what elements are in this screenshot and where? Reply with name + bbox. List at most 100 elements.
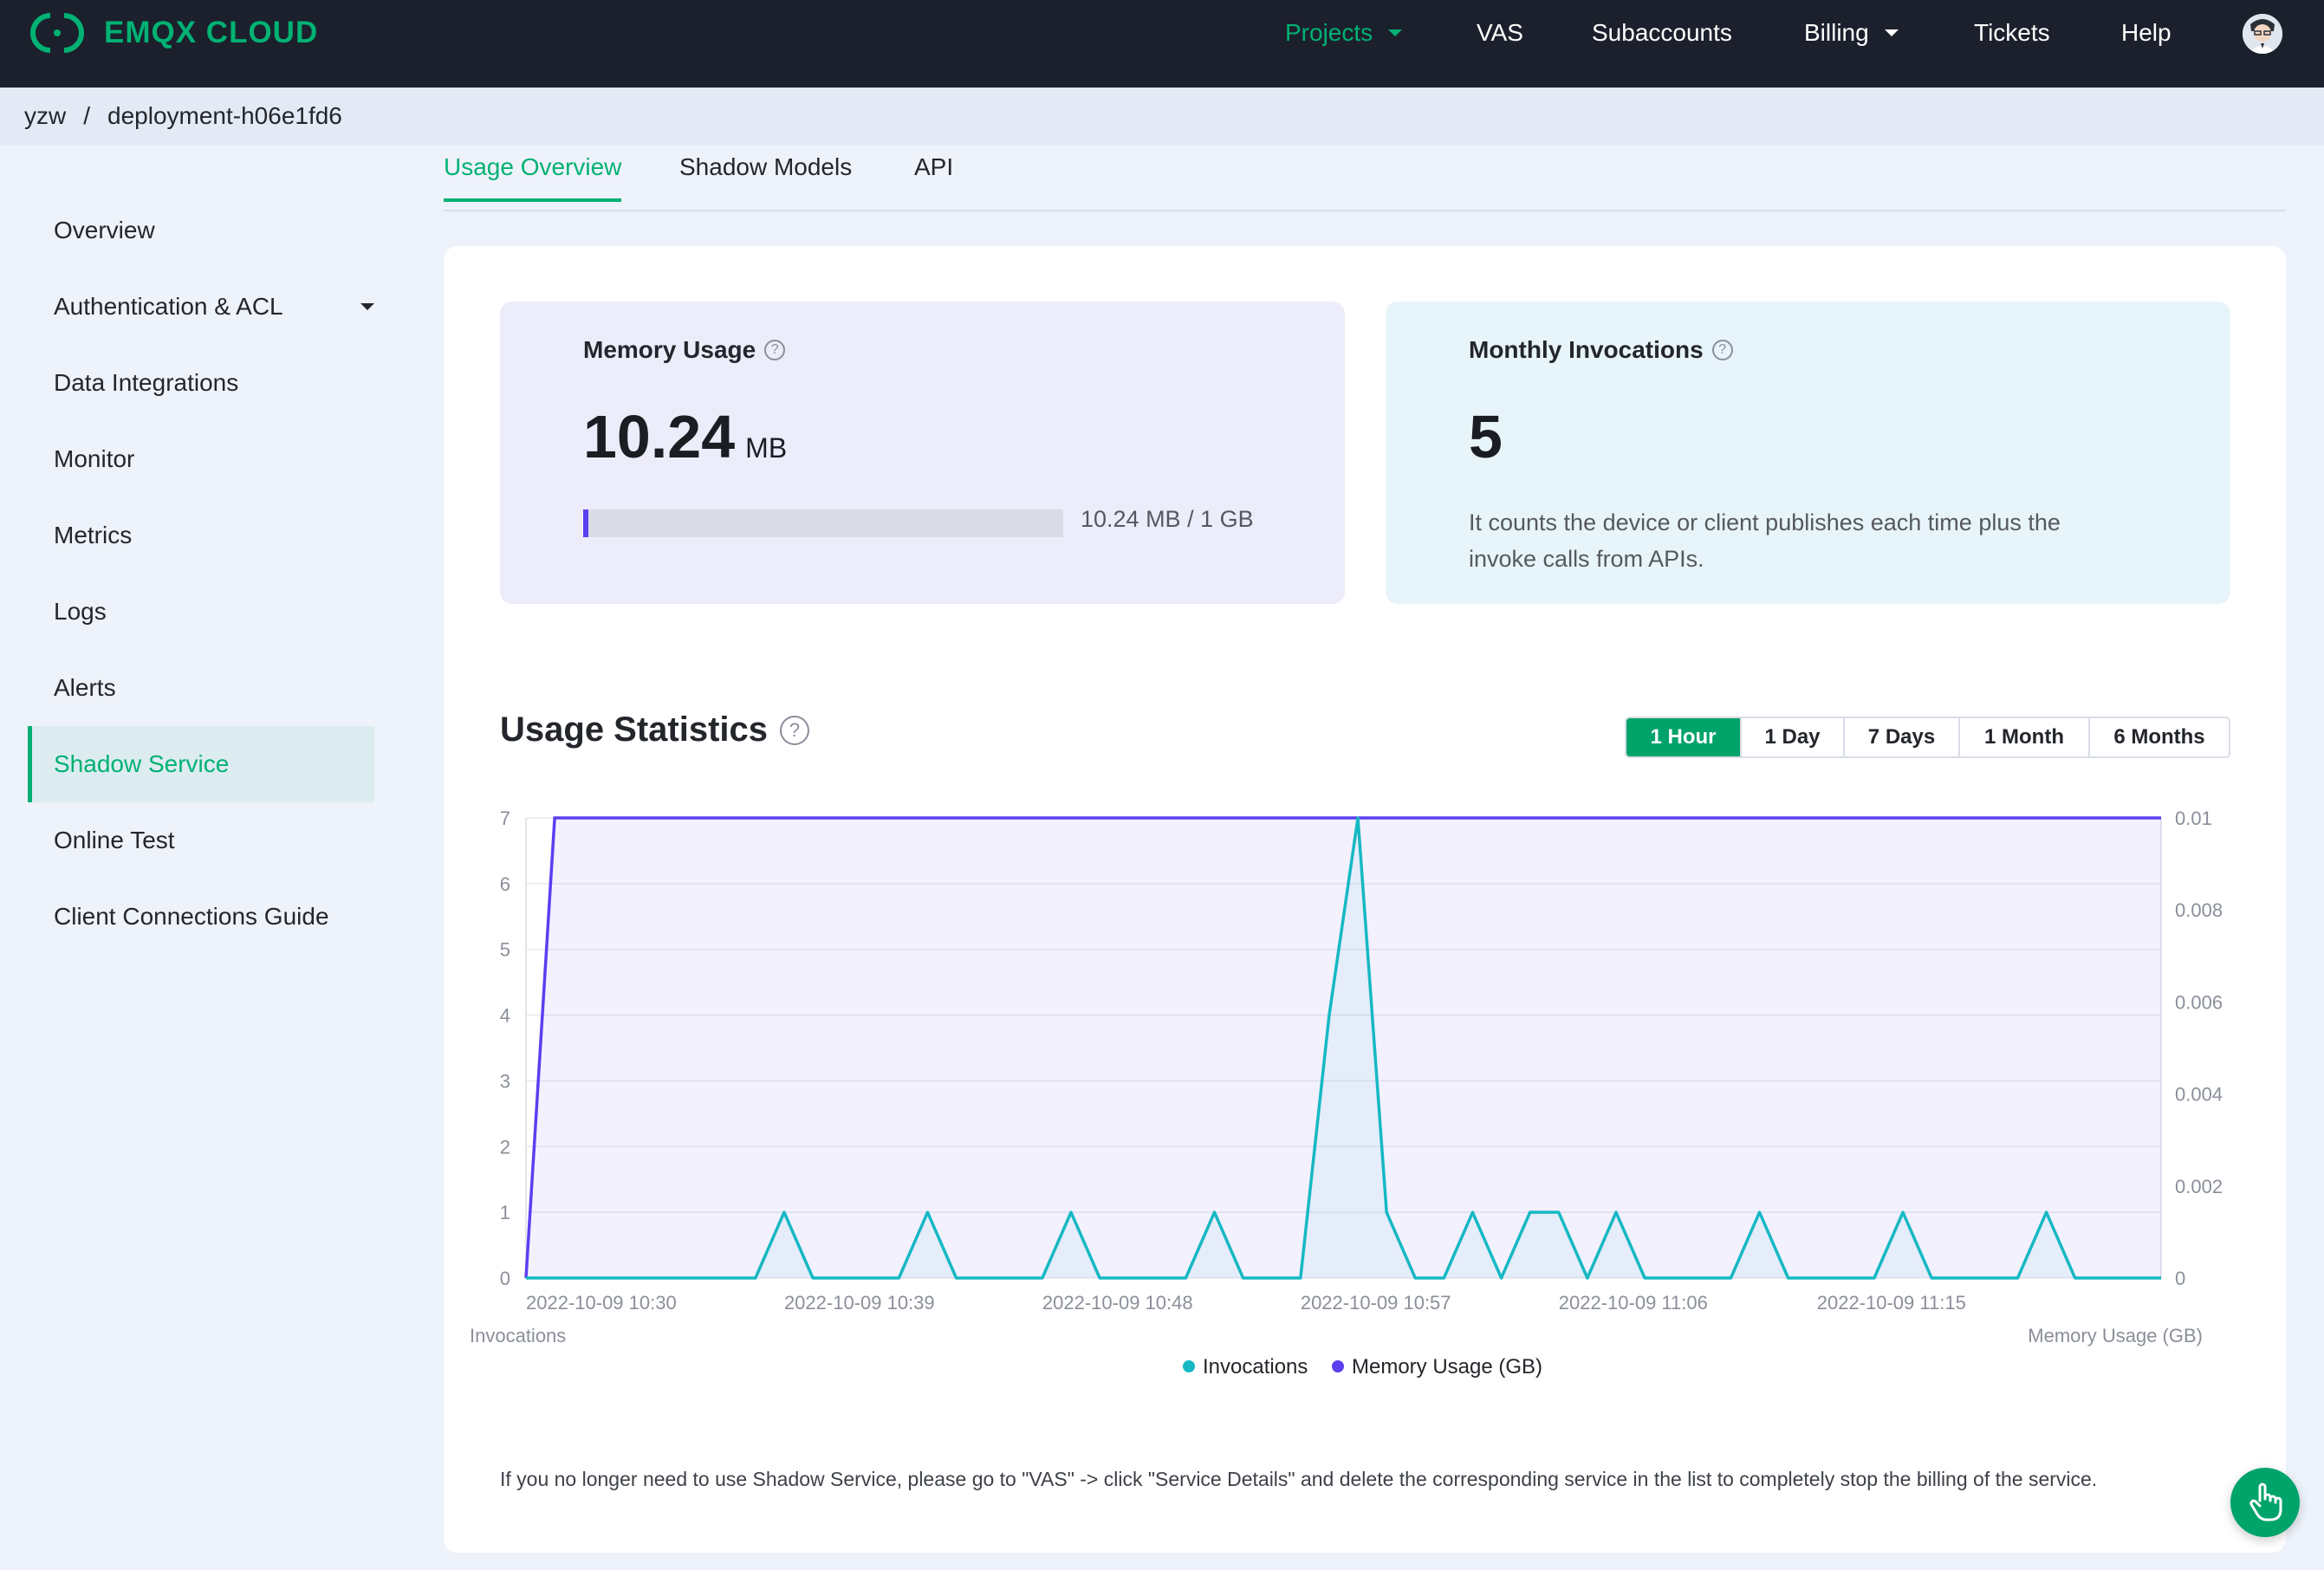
y-right-tick-label: 0: [2175, 1268, 2185, 1289]
tab-label: Shadow Models: [679, 153, 853, 180]
memory-progress-bar: [583, 509, 1063, 537]
memory-usage-value: 10.24 MB: [583, 402, 787, 471]
user-avatar-icon: [2243, 14, 2282, 54]
range-7-days-button[interactable]: 7 Days: [1845, 718, 1960, 756]
x-tick-label: 2022-10-09 10:48: [1042, 1292, 1193, 1314]
usage-statistics-title: Usage Statistics ?: [500, 710, 810, 749]
monthly-invocations-title-text: Monthly Invocations: [1469, 336, 1704, 363]
range-label: 6 Months: [2113, 725, 2205, 749]
monthly-invocations-description: It counts the device or client publishes…: [1469, 509, 2061, 572]
sidebar-item-metrics[interactable]: Metrics: [28, 497, 374, 574]
nav-billing-label: Billing: [1804, 19, 1869, 46]
time-range-selector: 1 Hour 1 Day 7 Days 1 Month 6 Months: [1625, 717, 2230, 758]
memory-value-unit: MB: [745, 432, 788, 464]
nav-subaccounts[interactable]: Subaccounts: [1592, 16, 1732, 50]
nav-help[interactable]: Help: [2121, 16, 2171, 50]
y-left-tick-label: 6: [500, 873, 510, 895]
y-left-axis-title: Invocations: [470, 1325, 566, 1346]
y-left-tick-label: 0: [500, 1268, 510, 1289]
top-navbar: EMQX CLOUD Projects VAS Subaccounts Bill…: [0, 0, 2324, 88]
chevron-down-icon: [360, 303, 374, 310]
legend-memory-marker: [1332, 1360, 1344, 1372]
sidebar-item-shadow-service[interactable]: Shadow Service: [28, 726, 374, 802]
memory-usage-title-text: Memory Usage: [583, 336, 756, 363]
memory-progress-text: 10.24 MB / 1 GB: [1081, 506, 1254, 532]
memory-usage-title: Memory Usage ?: [583, 336, 786, 364]
x-tick-label: 2022-10-09 11:06: [1559, 1292, 1708, 1314]
question-icon[interactable]: ?: [1711, 340, 1733, 360]
range-1-month-button[interactable]: 1 Month: [1960, 718, 2090, 756]
sidebar-item-data-integrations[interactable]: Data Integrations: [28, 345, 374, 421]
y-right-axis-title: Memory Usage (GB): [2028, 1325, 2203, 1346]
chevron-down-icon: [1884, 29, 1899, 36]
y-right-tick-label: 0.01: [2175, 808, 2212, 829]
nav-tickets-label: Tickets: [1974, 19, 2050, 46]
sidebar-item-overview[interactable]: Overview: [28, 192, 374, 269]
x-tick-label: 2022-10-09 10:39: [784, 1292, 935, 1314]
y-left-tick-label: 5: [500, 939, 510, 961]
nav-projects[interactable]: Projects: [1285, 16, 1403, 50]
tab-shadow-models[interactable]: Shadow Models: [679, 153, 852, 202]
sidebar-item-alerts[interactable]: Alerts: [28, 650, 374, 726]
breadcrumb-project[interactable]: yzw: [24, 102, 66, 130]
sidebar-item-client-connections-guide[interactable]: Client Connections Guide: [28, 879, 374, 955]
legend-memory-label: Memory Usage (GB): [1352, 1355, 1542, 1379]
monthly-invocations-title: Monthly Invocations ?: [1469, 336, 1733, 364]
tab-api[interactable]: API: [914, 153, 953, 202]
floating-help-button[interactable]: [2230, 1468, 2300, 1537]
legend-invocations-marker: [1183, 1360, 1195, 1372]
usage-statistics-chart: 0 1 2 3 4 5 6 7 0 0.002 0.004 0.006 0.008 0.01 2022-10…: [470, 808, 2223, 1379]
tab-label: Usage Overview: [444, 153, 622, 180]
nav-billing[interactable]: Billing: [1804, 16, 1899, 50]
x-tick-label: 2022-10-09 10:57: [1301, 1292, 1451, 1314]
range-label: 1 Day: [1764, 725, 1821, 749]
y-right-tick-label: 0.006: [2175, 991, 2223, 1013]
emqx-cloud-logo[interactable]: EMQX CLOUD: [24, 10, 318, 55]
memory-progress-fill: [583, 509, 588, 537]
sidebar-item-label: Data Integrations: [54, 369, 239, 396]
memory-usage-panel: Memory Usage ? 10.24 MB 10.24 MB / 1 GB: [500, 302, 1345, 604]
x-tick-label: 2022-10-09 11:15: [1817, 1292, 1966, 1314]
user-avatar[interactable]: [2243, 14, 2282, 54]
y-right-tick-label: 0.004: [2175, 1084, 2223, 1106]
y-left-tick-label: 7: [500, 808, 510, 829]
monthly-invocations-value: 5: [1469, 403, 1503, 470]
sidebar-item-label: Online Test: [54, 827, 175, 853]
sidebar-item-label: Overview: [54, 217, 155, 243]
range-1-day-button[interactable]: 1 Day: [1742, 718, 1845, 756]
question-icon[interactable]: ?: [764, 340, 786, 360]
tab-bar: Usage Overview Shadow Models API: [444, 145, 2286, 211]
x-tick-label: 2022-10-09 10:30: [526, 1292, 677, 1314]
nav-subaccounts-label: Subaccounts: [1592, 19, 1732, 46]
pointer-hand-icon: [2249, 1482, 2282, 1521]
range-label: 1 Month: [1984, 725, 2064, 749]
y-left-tick-label: 3: [500, 1070, 510, 1092]
range-1-hour-button[interactable]: 1 Hour: [1626, 718, 1742, 756]
question-icon[interactable]: ?: [780, 715, 810, 745]
nav-help-label: Help: [2121, 19, 2171, 46]
sidebar-item-monitor[interactable]: Monitor: [28, 421, 374, 497]
breadcrumb-separator: /: [83, 102, 91, 129]
usage-statistics-title-text: Usage Statistics: [500, 710, 769, 749]
y-left-tick-label: 1: [500, 1202, 510, 1223]
sidebar-item-label: Monitor: [54, 445, 135, 472]
nav-projects-label: Projects: [1285, 19, 1373, 46]
sidebar-item-label: Metrics: [54, 522, 133, 548]
brand-name: EMQX CLOUD: [104, 16, 319, 49]
chevron-down-icon: [1388, 29, 1403, 36]
monthly-invocations-panel: Monthly Invocations ? 5 It counts the de…: [1386, 302, 2230, 604]
range-label: 7 Days: [1867, 725, 1936, 749]
sidebar-item-logs[interactable]: Logs: [28, 574, 374, 650]
tab-usage-overview[interactable]: Usage Overview: [444, 153, 622, 202]
sidebar-item-online-test[interactable]: Online Test: [28, 802, 374, 879]
range-6-months-button[interactable]: 6 Months: [2090, 718, 2229, 756]
tab-label: API: [914, 153, 954, 180]
sidebar-item-label: Shadow Service: [54, 750, 230, 777]
breadcrumb-deployment[interactable]: deployment-h06e1fd6: [107, 102, 342, 130]
memory-value-number: 10.24: [583, 403, 736, 470]
nav-vas[interactable]: VAS: [1477, 16, 1523, 50]
nav-tickets[interactable]: Tickets: [1974, 16, 2050, 50]
sidebar-item-authentication-acl[interactable]: Authentication & ACL: [28, 269, 374, 345]
y-left-tick-label: 4: [500, 1005, 510, 1027]
y-right-tick-label: 0.008: [2175, 899, 2223, 921]
